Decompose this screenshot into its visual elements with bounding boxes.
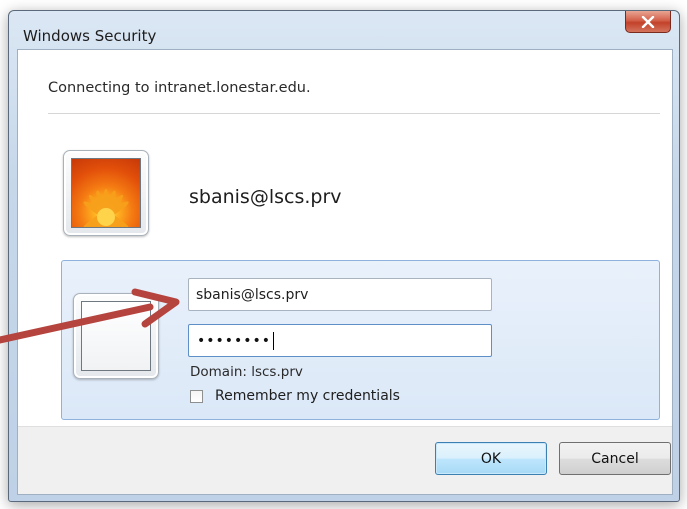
cancel-button[interactable]: Cancel (559, 442, 671, 475)
password-field[interactable]: •••••••• (188, 324, 492, 357)
close-x-icon (641, 15, 655, 28)
dialog-body: Connecting to intranet.lonestar.edu. sba… (17, 49, 673, 495)
window-title: Windows Security (23, 27, 157, 45)
credential-tile (73, 293, 159, 379)
username-field[interactable] (188, 278, 492, 311)
button-bar: OK Cancel (18, 426, 672, 494)
windows-security-dialog: Windows Security Connecting to intranet.… (8, 10, 680, 502)
password-mask: •••••••• (197, 325, 275, 358)
cancel-button-label: Cancel (591, 450, 639, 467)
title-bar[interactable]: Windows Security (9, 11, 679, 49)
user-picture-icon (71, 158, 141, 228)
remember-checkbox[interactable] (190, 389, 203, 403)
credential-panel: •••••••• Domain: lscs.prv Remember my cr… (61, 260, 660, 420)
account-tile[interactable] (63, 150, 149, 236)
connecting-message: Connecting to intranet.lonestar.edu. (48, 80, 311, 96)
ok-button-label: OK (480, 450, 502, 467)
account-username: sbanis@lscs.prv (189, 186, 342, 208)
text-caret (273, 332, 275, 350)
ok-button[interactable]: OK (435, 442, 547, 475)
remember-label: Remember my credentials (215, 388, 400, 404)
remember-credentials-option[interactable]: Remember my credentials (190, 388, 400, 404)
domain-label: Domain: lscs.prv (190, 364, 303, 380)
separator (48, 113, 660, 114)
close-button[interactable] (625, 11, 671, 33)
blank-user-tile-icon (81, 301, 151, 371)
